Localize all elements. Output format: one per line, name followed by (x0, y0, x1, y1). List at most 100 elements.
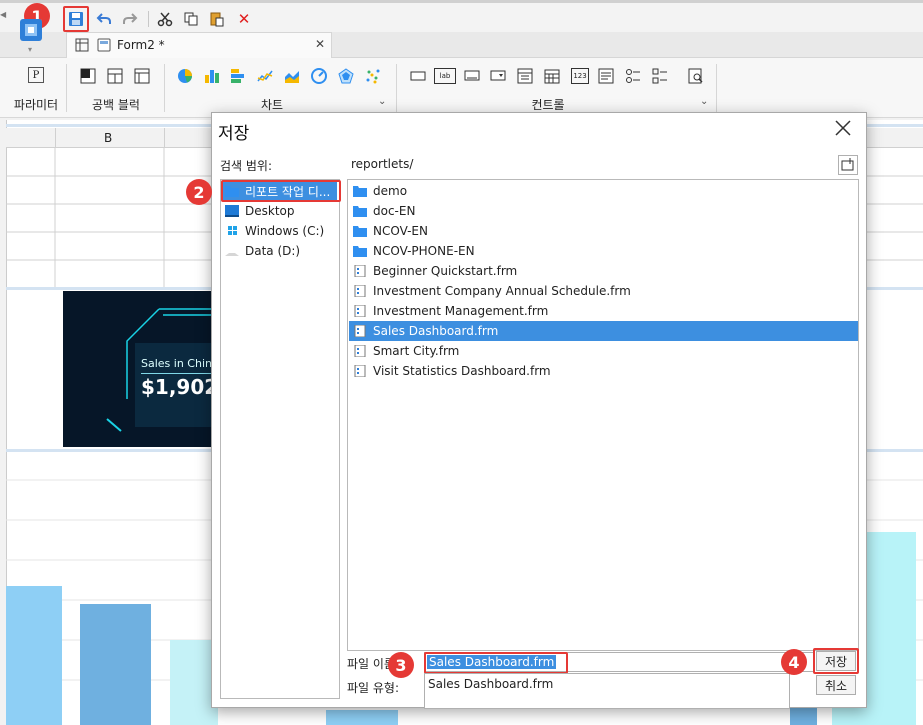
grid-divider (164, 128, 165, 148)
chart-group-expand-icon[interactable]: ⌄ (378, 96, 386, 107)
file-item-sales-dashboard[interactable]: Sales Dashboard.frm (349, 321, 858, 341)
document-tab-bar: Form2 * ✕ (0, 32, 923, 58)
current-path: reportlets/ (351, 157, 414, 171)
grid-column-b: B (104, 131, 113, 145)
control-group-expand-icon[interactable]: ⌄ (700, 96, 708, 107)
step-badge-3: 3 (388, 652, 414, 678)
dialog-close-icon[interactable] (834, 119, 852, 142)
file-item-doc-en[interactable]: doc-EN (349, 201, 858, 221)
line-chart-icon[interactable] (257, 68, 273, 84)
frm-file-icon (354, 285, 366, 297)
delete-button[interactable]: ✕ (234, 9, 254, 29)
location-label: Desktop (245, 204, 295, 218)
file-name: Investment Company Annual Schedule.frm (373, 284, 631, 298)
new-folder-button[interactable] (838, 155, 858, 175)
step-badge-2: 2 (186, 179, 212, 205)
file-item-investment-company[interactable]: Investment Company Annual Schedule.frm (349, 281, 858, 301)
label-control-icon[interactable]: lab (434, 68, 456, 84)
ribbon-divider (164, 64, 165, 112)
frm-file-icon (354, 305, 366, 317)
folder-icon (353, 226, 367, 237)
sales-card-underline (141, 373, 211, 374)
cut-icon (157, 12, 173, 27)
frm-file-icon (354, 365, 366, 377)
location-windows-c[interactable]: Windows (C:) (223, 222, 337, 240)
cancel-button[interactable]: 취소 (816, 675, 856, 695)
app-logo[interactable] (20, 19, 42, 41)
file-item-investment-management[interactable]: Investment Management.frm (349, 301, 858, 321)
frm-file-icon (354, 325, 366, 337)
file-item-demo[interactable]: demo (349, 181, 858, 201)
folder-icon (353, 186, 367, 197)
file-item-ncov-phone-en[interactable]: NCOV-PHONE-EN (349, 241, 858, 261)
number-control-icon[interactable]: 123 (571, 68, 589, 84)
report-block-icon[interactable] (134, 68, 150, 84)
new-folder-icon (841, 158, 854, 171)
file-item-beginner-quickstart[interactable]: Beginner Quickstart.frm (349, 261, 858, 281)
paste-icon (210, 12, 224, 27)
filetype-label: 파일 유형: (347, 681, 400, 695)
file-name: Smart City.frm (373, 344, 460, 358)
ribbon-group-parameter: 파라미터 (13, 98, 59, 112)
copy-button[interactable] (181, 9, 201, 29)
step-badge-4: 4 (781, 649, 807, 675)
pie-chart-icon[interactable] (177, 68, 193, 84)
ribbon-group-chart: 차트 (260, 98, 284, 112)
windows-drive-icon (228, 226, 237, 235)
file-item-visit-statistics[interactable]: Visit Statistics Dashboard.frm (349, 361, 858, 381)
tab-close-icon[interactable]: ✕ (315, 37, 325, 51)
cut-button[interactable] (155, 9, 175, 29)
drive-icon (225, 253, 239, 256)
undo-icon (96, 13, 111, 24)
ribbon-group-control: 컨트롤 (531, 98, 565, 112)
undo-button[interactable] (94, 9, 114, 29)
checkbox-group-control-icon[interactable] (652, 68, 668, 84)
radio-group-control-icon[interactable] (625, 68, 641, 84)
chevron-down-icon[interactable]: ▾ (28, 45, 32, 54)
horizontal-bar-icon[interactable] (230, 68, 246, 84)
ribbon-divider (396, 64, 397, 112)
text-area-control-icon[interactable] (598, 68, 614, 84)
file-name: demo (373, 184, 408, 198)
left-edge-arrow-icon[interactable]: ◀ (0, 10, 6, 19)
form-icon (97, 38, 111, 52)
filetype-dropdown[interactable]: Sales Dashboard.frm (424, 673, 790, 709)
dropdown-control-icon[interactable] (490, 68, 506, 84)
number-control-glyph: 123 (573, 72, 587, 80)
file-item-ncov-en[interactable]: NCOV-EN (349, 221, 858, 241)
parameter-icon[interactable]: P (28, 67, 44, 83)
absolute-block-icon[interactable] (80, 68, 96, 84)
sales-card: Sales in Chin $1,902 (63, 291, 211, 447)
location-data-d[interactable]: Data (D:) (223, 242, 337, 260)
text-field-control-icon[interactable] (464, 68, 480, 84)
grid-cells-right (867, 175, 923, 261)
parameter-icon-glyph: P (32, 69, 40, 81)
label-control-glyph: lab (439, 72, 451, 80)
folder-icon (353, 246, 367, 257)
search-control-icon[interactable] (688, 68, 704, 84)
location-list: 리포트 작업 디... Desktop Windows (C:) Data (D… (220, 179, 340, 699)
sales-card-value: $1,902 (141, 375, 211, 399)
save-highlight (63, 6, 89, 32)
radar-chart-icon[interactable] (338, 68, 354, 84)
grid-divider (55, 128, 56, 148)
tab-form2[interactable]: Form2 * ✕ (66, 32, 332, 58)
search-scope-label: 검색 범위: (220, 159, 273, 173)
scatter-chart-icon[interactable] (365, 68, 381, 84)
location-desktop[interactable]: Desktop (223, 202, 337, 220)
quick-access-toolbar: ▾ 1 ✕ (0, 0, 923, 54)
grid-layout-icon (75, 38, 89, 52)
tab-block-icon[interactable] (107, 68, 123, 84)
paste-button[interactable] (207, 9, 227, 29)
ribbon-group-blank-block: 공백 블럭 (92, 98, 140, 112)
redo-button[interactable] (120, 9, 140, 29)
area-chart-icon[interactable] (284, 68, 300, 84)
gauge-chart-icon[interactable] (311, 68, 327, 84)
save-button-highlight (813, 648, 859, 674)
button-control-icon[interactable] (410, 68, 426, 84)
file-item-smart-city[interactable]: Smart City.frm (349, 341, 858, 361)
bar-chart-icon[interactable] (204, 68, 220, 84)
date-control-icon[interactable] (544, 68, 560, 84)
list-control-icon[interactable] (517, 68, 533, 84)
file-name: NCOV-PHONE-EN (373, 244, 475, 258)
